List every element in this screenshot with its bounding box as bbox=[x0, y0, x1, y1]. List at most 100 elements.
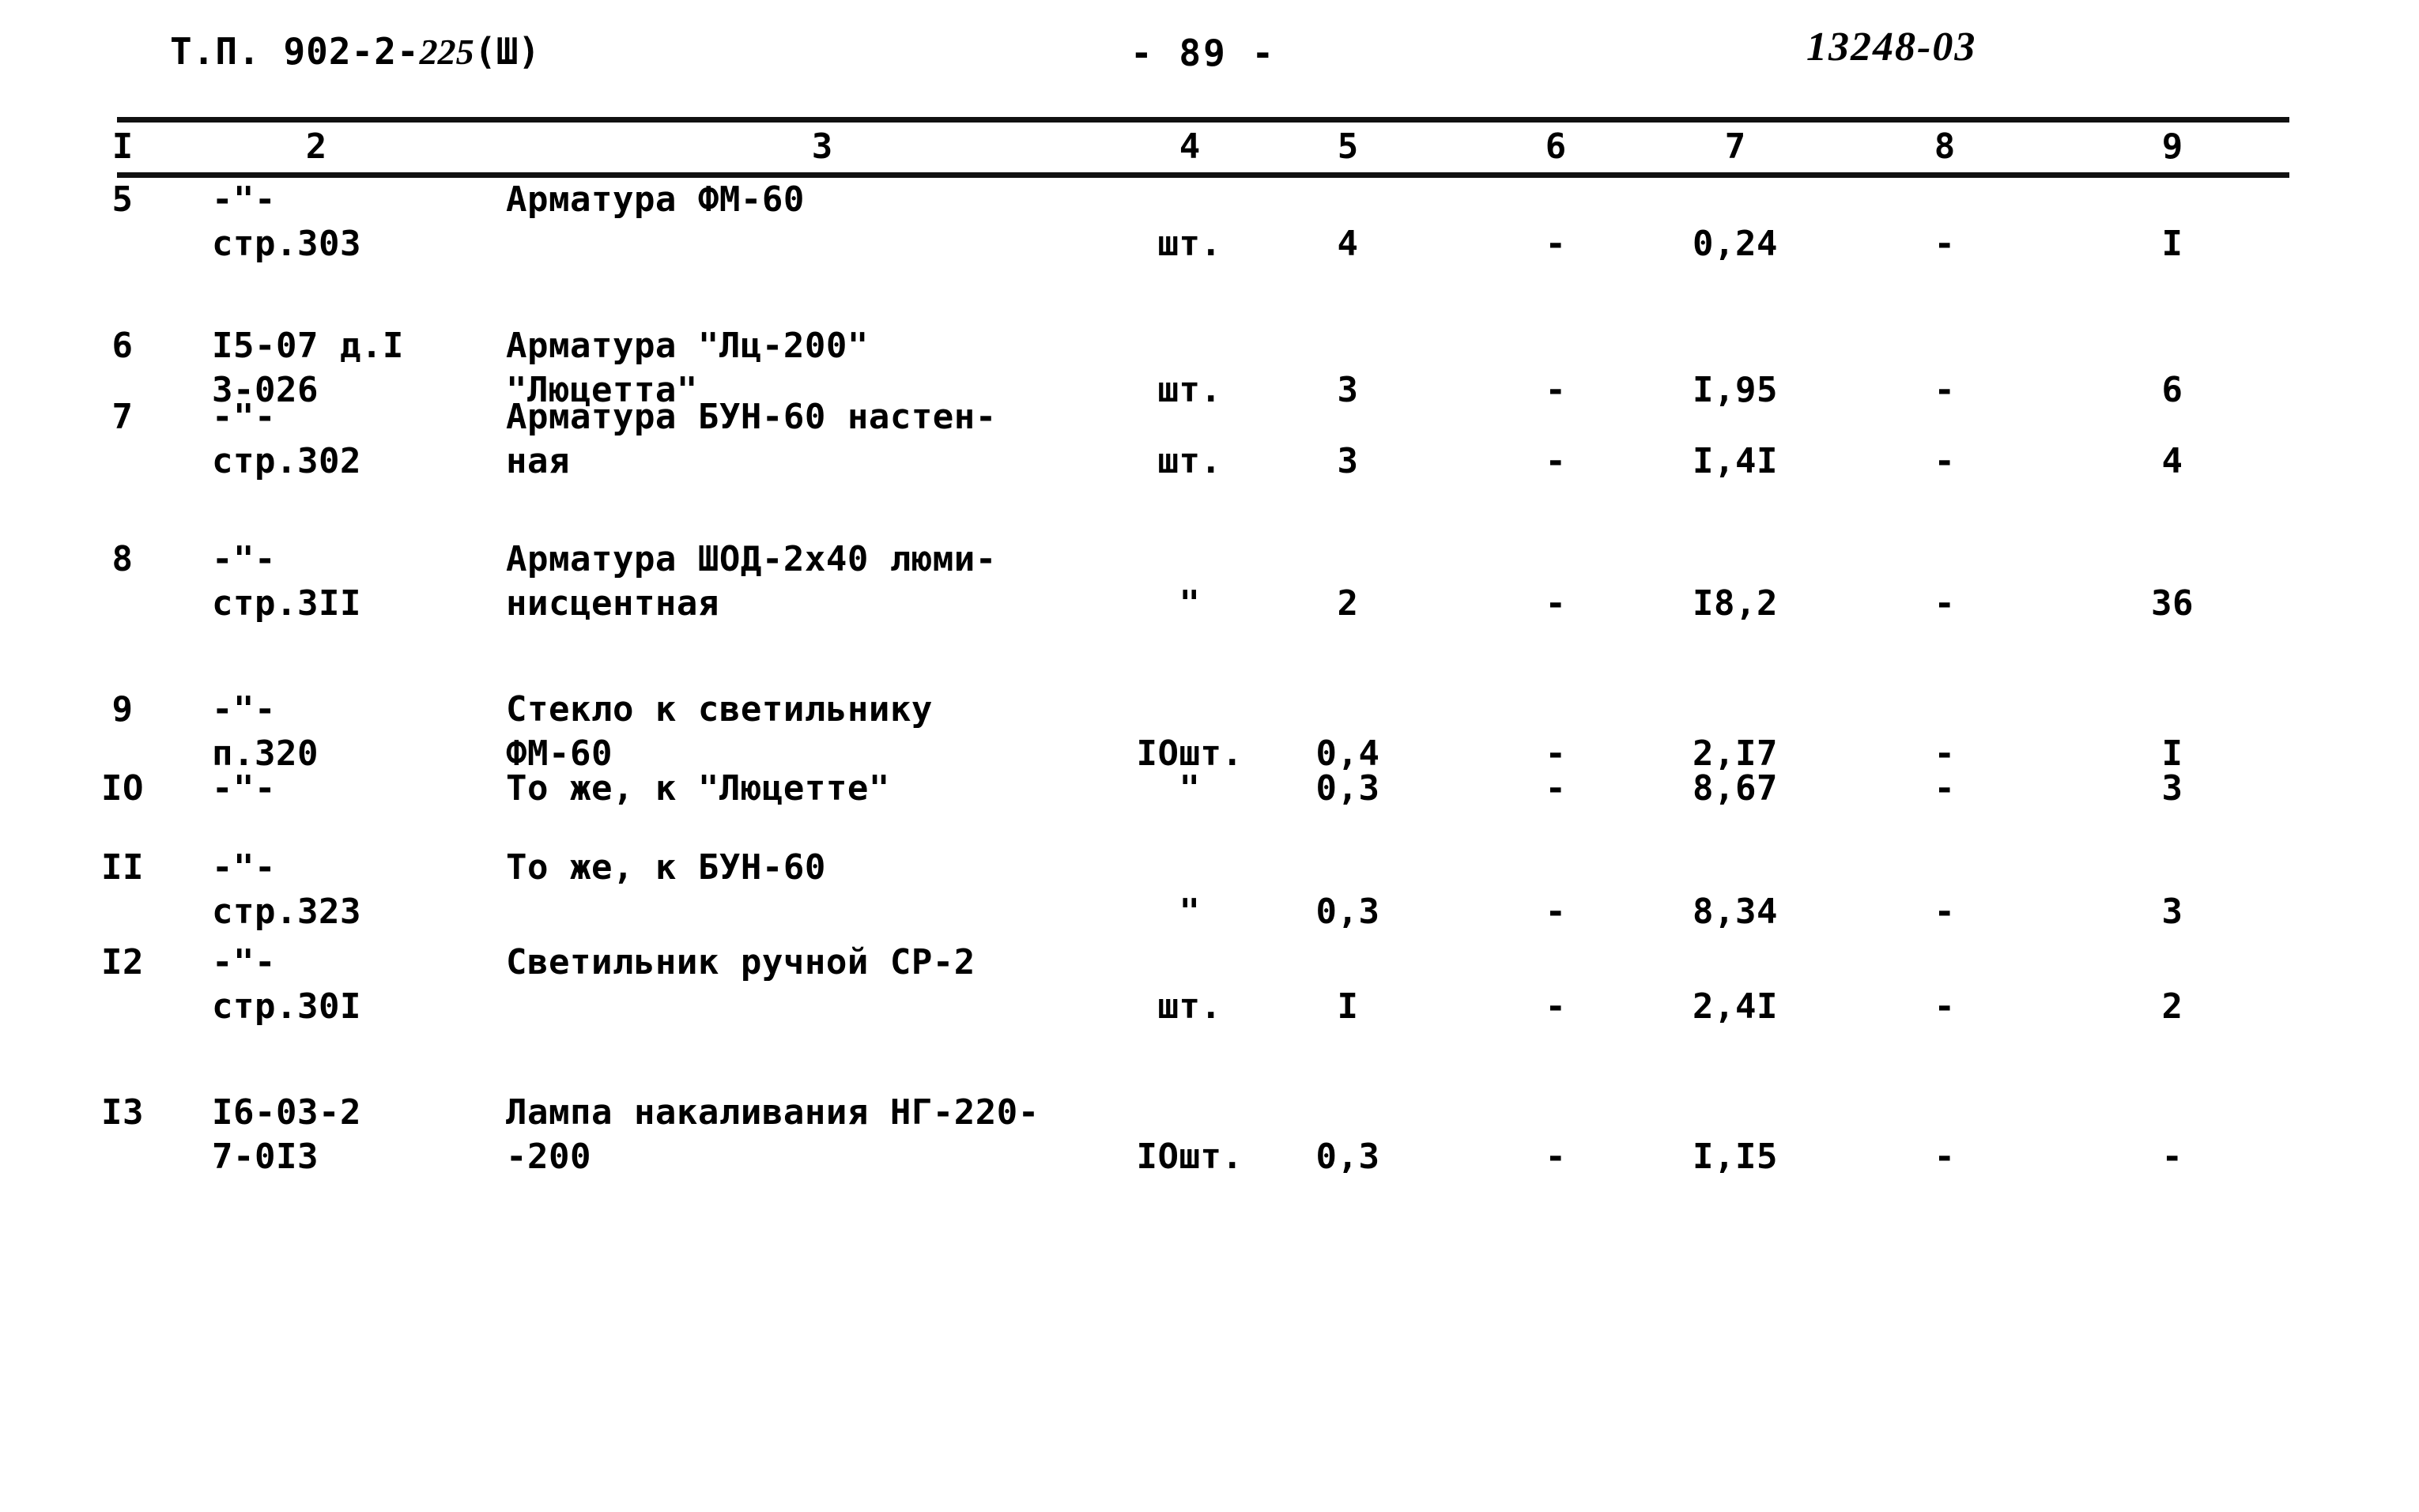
column-header-2: 2 bbox=[305, 126, 327, 167]
cell-reference-line1: -"- bbox=[212, 689, 276, 730]
cell-col6: - bbox=[1545, 986, 1567, 1027]
cell-reference: -"- стр.323 bbox=[212, 846, 361, 934]
cell-description-line1: Арматура "Лц-200" bbox=[506, 326, 869, 366]
cell-description-line2: нисцентная bbox=[506, 583, 719, 624]
page-number: - 89 - bbox=[1130, 32, 1277, 74]
cell-col8: - bbox=[1934, 583, 1956, 624]
cell-reference-line1: -"- bbox=[212, 539, 276, 579]
cell-item-number: IО bbox=[101, 768, 144, 809]
cell-reference-line1: I6-03-2 bbox=[212, 1092, 361, 1133]
cell-reference: -"- стр.3II bbox=[212, 537, 361, 626]
cell-reference-line1: -"- bbox=[212, 768, 276, 809]
column-header-7: 7 bbox=[1724, 126, 1746, 167]
column-header-5: 5 bbox=[1337, 126, 1359, 167]
cell-quantity: 2 bbox=[1337, 583, 1359, 624]
cell-reference: -"- bbox=[212, 767, 276, 811]
cell-unit: шт. bbox=[1157, 441, 1222, 481]
page-header: Т.П. 902-2-225 (Ш) - 89 - 13248-03 bbox=[0, 0, 2419, 95]
cell-quantity: 0,3 bbox=[1315, 1137, 1380, 1177]
cell-col8: - bbox=[1934, 768, 1956, 809]
cell-col9: 3 bbox=[2161, 768, 2183, 809]
cell-col7: 2,4I bbox=[1693, 986, 1778, 1027]
cell-col6: - bbox=[1545, 224, 1567, 264]
cell-reference-line1: -"- bbox=[212, 397, 276, 437]
cell-col7: I,4I bbox=[1693, 441, 1778, 481]
cell-col8: - bbox=[1934, 224, 1956, 264]
cell-reference-line2: стр.30I bbox=[212, 986, 361, 1027]
cell-col6: - bbox=[1545, 1137, 1567, 1177]
cell-col9: I bbox=[2161, 224, 2183, 264]
column-header-6: 6 bbox=[1545, 126, 1567, 167]
cell-item-number: 9 bbox=[111, 689, 134, 730]
cell-description: Светильник ручной СР-2 bbox=[506, 941, 976, 985]
cell-col7: I,I5 bbox=[1693, 1137, 1778, 1177]
cell-reference: -"- стр.30I bbox=[212, 941, 361, 1029]
column-header-8: 8 bbox=[1934, 126, 1956, 167]
cell-item-number: II bbox=[101, 847, 144, 888]
column-header-3: 3 bbox=[811, 126, 833, 167]
cell-item-number: 5 bbox=[111, 179, 134, 220]
cell-reference: -"- стр.302 bbox=[212, 395, 361, 484]
cell-col7: I8,2 bbox=[1693, 583, 1778, 624]
cell-quantity: 0,3 bbox=[1315, 892, 1380, 932]
cell-description-line1: Стекло к светильнику bbox=[506, 689, 933, 730]
cell-col9: 6 bbox=[2161, 370, 2183, 410]
cell-description-line1: То же, к БУН-60 bbox=[506, 847, 826, 888]
cell-description: То же, к "Люцетте" bbox=[506, 767, 890, 811]
document-code-number: 225 bbox=[419, 32, 474, 72]
cell-col8: - bbox=[1934, 441, 1956, 481]
cell-col7: 8,34 bbox=[1693, 892, 1778, 932]
cell-quantity: 3 bbox=[1337, 370, 1359, 410]
cell-quantity: 0,3 bbox=[1315, 768, 1380, 809]
cell-reference-line2: 7-0I3 bbox=[212, 1137, 319, 1177]
cell-reference-line2: стр.303 bbox=[212, 224, 361, 264]
cell-unit: " bbox=[1179, 583, 1201, 624]
cell-reference: -"- стр.303 bbox=[212, 178, 361, 266]
document-code-prefix: Т.П. 902-2- bbox=[170, 30, 420, 73]
cell-col7: I,95 bbox=[1693, 370, 1778, 410]
cell-reference-line1: -"- bbox=[212, 942, 276, 982]
cell-description: То же, к БУН-60 bbox=[506, 846, 826, 890]
cell-item-number: I3 bbox=[101, 1092, 144, 1133]
cell-description-line1: Арматура БУН-60 настен- bbox=[506, 397, 997, 437]
cell-description: Лампа накаливания НГ-220- -200 bbox=[506, 1091, 1040, 1179]
cell-description: Арматура БУН-60 настен-ная bbox=[506, 395, 997, 484]
cell-unit: " bbox=[1179, 892, 1201, 932]
cell-col9: 2 bbox=[2161, 986, 2183, 1027]
cell-col8: - bbox=[1934, 1137, 1956, 1177]
cell-unit: шт. bbox=[1157, 370, 1222, 410]
cell-col6: - bbox=[1545, 768, 1567, 809]
cell-col8: - bbox=[1934, 986, 1956, 1027]
cell-quantity: I bbox=[1337, 986, 1359, 1027]
cell-reference: I6-03-2 7-0I3 bbox=[212, 1091, 361, 1179]
cell-unit: " bbox=[1179, 768, 1201, 809]
cell-col6: - bbox=[1545, 370, 1567, 410]
cell-col7: 0,24 bbox=[1693, 224, 1778, 264]
cell-item-number: 8 bbox=[111, 539, 134, 579]
cell-col9: 36 bbox=[2151, 583, 2194, 624]
cell-col6: - bbox=[1545, 441, 1567, 481]
cell-col6: - bbox=[1545, 892, 1567, 932]
cell-item-number: I2 bbox=[101, 942, 144, 982]
table-rule-top bbox=[117, 117, 2289, 123]
column-header-1: I bbox=[111, 126, 134, 167]
cell-reference: -"- п.320 bbox=[212, 688, 319, 776]
cell-quantity: 3 bbox=[1337, 441, 1359, 481]
cell-col8: - bbox=[1934, 370, 1956, 410]
cell-description-line1: Арматура ФМ-60 bbox=[506, 179, 805, 220]
table-column-header-row: I 2 3 4 5 6 7 8 9 bbox=[0, 126, 2419, 171]
cell-col9: 4 bbox=[2161, 441, 2183, 481]
cell-col8: - bbox=[1934, 892, 1956, 932]
cell-unit: IОшт. bbox=[1136, 1137, 1243, 1177]
cell-reference-line1: I5-07 д.I bbox=[212, 326, 404, 366]
cell-reference-line2: стр.3II bbox=[212, 583, 361, 624]
cell-reference-line2: стр.302 bbox=[212, 441, 361, 481]
cell-description-line2: -200 bbox=[506, 1137, 591, 1177]
column-header-4: 4 bbox=[1179, 126, 1201, 167]
cell-description-line2: ная bbox=[506, 441, 570, 481]
cell-item-number: 6 bbox=[111, 326, 134, 366]
cell-unit: шт. bbox=[1157, 986, 1222, 1027]
cell-reference-line1: -"- bbox=[212, 847, 276, 888]
cell-col9: 3 bbox=[2161, 892, 2183, 932]
cell-description-line1: То же, к "Люцетте" bbox=[506, 768, 890, 809]
